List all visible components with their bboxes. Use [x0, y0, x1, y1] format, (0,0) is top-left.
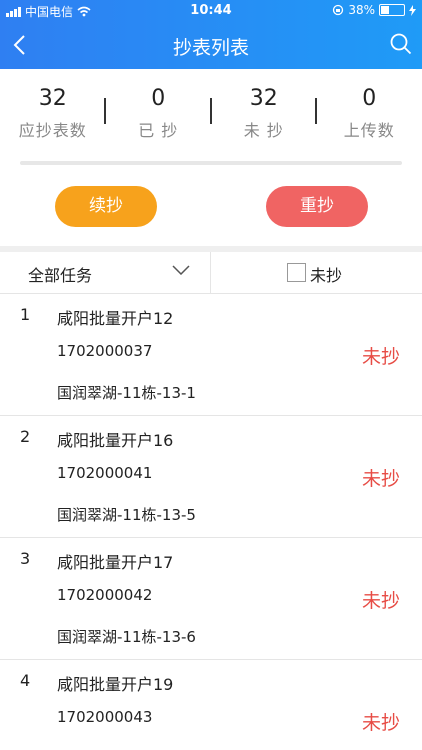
item-status: 未抄: [361, 712, 400, 734]
stat-read-value: 0: [151, 86, 166, 111]
stat-read-label: 已 抄: [138, 121, 179, 140]
stat-unread: 32 未 抄: [211, 80, 317, 150]
item-name: 咸阳批量开户17: [57, 553, 174, 572]
unread-checkbox[interactable]: [287, 263, 306, 282]
stat-divider: [315, 98, 317, 124]
item-address: 国润翠湖-11栋-13-5: [57, 506, 196, 524]
item-code: 1702000042: [57, 586, 153, 604]
item-status: 未抄: [361, 590, 400, 612]
stat-total-label: 应抄表数: [18, 121, 87, 140]
item-name: 咸阳批量开户19: [57, 675, 174, 694]
stat-total-value: 32: [38, 86, 67, 111]
stat-read: 0 已 抄: [106, 80, 212, 150]
battery-icon: [379, 4, 405, 16]
item-code: 1702000041: [57, 464, 153, 482]
continue-reading-button[interactable]: 续抄: [55, 186, 157, 227]
item-status: 未抄: [361, 468, 400, 490]
stat-unread-label: 未 抄: [243, 121, 284, 140]
filter-divider: [210, 252, 211, 293]
list-item[interactable]: 4 咸阳批量开户19 1702000043 未抄: [0, 660, 422, 740]
item-address: 国润翠湖-11栋-13-1: [57, 384, 196, 402]
reread-button[interactable]: 重抄: [266, 186, 368, 227]
item-index: 4: [20, 671, 31, 690]
stat-unread-value: 32: [249, 86, 278, 111]
stat-uploaded: 0 上传数: [317, 80, 422, 150]
item-status: 未抄: [361, 346, 400, 368]
stats-panel: 32 应抄表数 0 已 抄 32 未 抄 0 上传数: [0, 80, 422, 150]
page-title: 抄表列表: [172, 37, 249, 59]
item-code: 1702000043: [57, 708, 153, 726]
stat-divider: [104, 98, 106, 124]
list-item[interactable]: 1 咸阳批量开户12 1702000037 国润翠湖-11栋-13-1 未抄: [0, 294, 422, 416]
item-address: 国润翠湖-11栋-13-6: [57, 628, 196, 646]
status-bar: 中国电信 10:44 38%: [0, 0, 422, 22]
progress-bar: [20, 161, 402, 165]
item-code: 1702000037: [57, 342, 153, 360]
list-item[interactable]: 2 咸阳批量开户16 1702000041 国润翠湖-11栋-13-5 未抄: [0, 416, 422, 538]
stat-divider: [210, 98, 212, 124]
unread-checkbox-label[interactable]: 未抄: [310, 262, 342, 286]
list-item[interactable]: 3 咸阳批量开户17 1702000042 国润翠湖-11栋-13-6 未抄: [0, 538, 422, 660]
chevron-down-icon[interactable]: [172, 265, 190, 275]
nav-bar: 抄表列表: [0, 22, 422, 69]
stat-uploaded-value: 0: [362, 86, 377, 111]
rotation-lock-icon: [333, 4, 344, 16]
status-right: 38%: [332, 3, 416, 17]
search-icon[interactable]: [390, 33, 412, 55]
stat-uploaded-label: 上传数: [343, 121, 395, 140]
meter-list: 1 咸阳批量开户12 1702000037 国润翠湖-11栋-13-1 未抄 2…: [0, 294, 422, 740]
battery-percent: 38%: [348, 3, 375, 17]
item-name: 咸阳批量开户12: [57, 309, 174, 328]
filter-bar: 全部任务 未抄: [0, 252, 422, 294]
item-index: 1: [20, 305, 31, 324]
stat-total: 32 应抄表数: [0, 80, 106, 150]
item-name: 咸阳批量开户16: [57, 431, 174, 450]
battery-fill: [381, 6, 390, 14]
header-bar: 中国电信 10:44 38% 抄表列表: [0, 0, 422, 69]
task-filter-dropdown[interactable]: 全部任务: [28, 262, 92, 286]
item-index: 2: [20, 427, 31, 446]
charging-icon: [409, 4, 416, 16]
item-index: 3: [20, 549, 31, 568]
